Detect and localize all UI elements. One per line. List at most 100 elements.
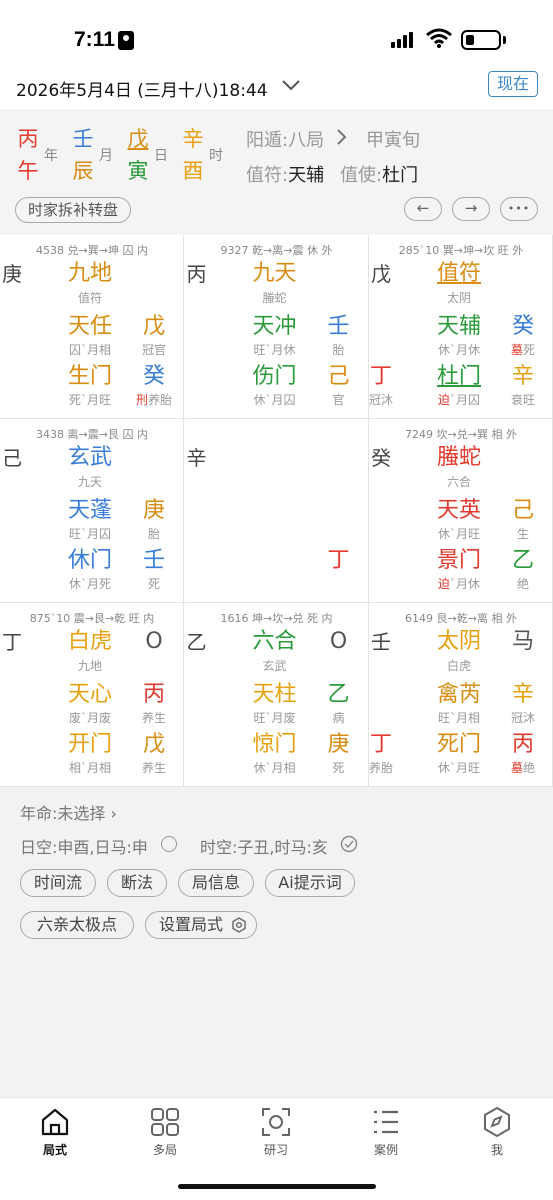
chevron-down-icon[interactable] bbox=[280, 74, 302, 96]
pillar-stem: 丙 bbox=[17, 127, 39, 151]
more-button[interactable]: ••• bbox=[500, 197, 538, 221]
pillar-branch: 辰 bbox=[72, 159, 94, 183]
palace-outer-stem: 丙 bbox=[186, 262, 207, 286]
palace-star-sub: 休`月休 bbox=[437, 343, 480, 357]
pillar-stem: 辛 bbox=[182, 127, 204, 151]
xun-text: 甲寅旬 bbox=[366, 130, 420, 151]
palace-info: 875`10 震→艮→乾 旺 内 bbox=[29, 612, 155, 625]
palace-door-stem: 癸 bbox=[142, 364, 165, 389]
status-time: 7:11 bbox=[74, 28, 115, 51]
palace-door-sub: 休`月旺 bbox=[437, 761, 480, 775]
pillar-stem: 戊 bbox=[127, 127, 149, 151]
palace-deity: 太阴 bbox=[436, 629, 481, 654]
tab-me[interactable]: 我 bbox=[442, 1098, 552, 1158]
palace-door-sub: 迫`月休 bbox=[437, 577, 481, 591]
palace-outer-stem: 辛 bbox=[186, 446, 207, 470]
palace-info: 6149 艮→乾→离 相 外 bbox=[405, 612, 517, 625]
palace-8[interactable]: 6149 艮→乾→离 相 外壬 太阴 白虎 马禽芮 旺`月相 辛冠沐丁养胎 死门 休`月旺 丙墓… bbox=[369, 603, 553, 787]
palace-star-stem-sub: 胎 bbox=[332, 343, 345, 357]
now-button[interactable]: 现在 bbox=[488, 71, 538, 97]
tab-anli[interactable]: 案例 bbox=[331, 1098, 441, 1158]
palace-door: 杜门 bbox=[436, 364, 481, 389]
check-circle-icon[interactable] bbox=[340, 835, 358, 853]
liuqin-tag[interactable]: 六亲太极点 bbox=[20, 911, 134, 939]
pillar-3: 辛酉 bbox=[181, 123, 205, 187]
palace-left-stem-sub: 冠沐 bbox=[368, 393, 393, 407]
palace-door-sub: 迫`月囚 bbox=[437, 393, 481, 407]
date-bar: 2026年5月4日 (三月十八)18:44 现在 bbox=[0, 62, 553, 109]
palace-outer-stem: 乙 bbox=[186, 630, 207, 654]
palace-door-sub: 休`月死 bbox=[68, 577, 111, 591]
palace-1[interactable]: 9327 乾→离→震 休 外丙九天 螣蛇 天冲 旺`月休壬胎伤门 休`月囚己官 bbox=[184, 235, 369, 419]
palace-7[interactable]: 1616 坤→坎→兑 死 内乙六合 玄武 O 天柱 旺`月废乙病惊门 休`月相庚死 bbox=[184, 603, 369, 787]
palace-door: 伤门 bbox=[252, 364, 297, 389]
palace-outer-stem: 庚 bbox=[2, 262, 22, 286]
palace-star-stem-sub: 养生 bbox=[141, 711, 166, 725]
palace-star-stem-sub: 病 bbox=[332, 711, 345, 725]
palace-left-stem-sub: 养胎 bbox=[368, 761, 393, 775]
pillar-label: 月 bbox=[99, 148, 113, 164]
pillar-stem: 壬 bbox=[72, 127, 94, 151]
palace-star: 禽芮 bbox=[436, 682, 481, 707]
tab-yanxi[interactable]: 研习 bbox=[221, 1098, 331, 1158]
pillar-2: 戊寅 bbox=[126, 123, 150, 187]
time-flow-tag[interactable]: 时间流 bbox=[20, 869, 96, 897]
circle-icon[interactable] bbox=[161, 836, 177, 852]
palace-deity-sub: 值符 bbox=[77, 291, 102, 305]
pillar-branch: 酉 bbox=[182, 159, 204, 183]
palace-4[interactable]: 辛丁 bbox=[184, 419, 369, 603]
palace-star-stem-sub: 冠官 bbox=[141, 343, 166, 357]
palace-outer-stem: 戊 bbox=[371, 262, 391, 286]
palace-3[interactable]: 3438 离→震→艮 囚 内己 玄武 九天 天蓬 旺`月囚 庚胎休门 休`月死 壬死 bbox=[0, 419, 184, 603]
date-text[interactable]: 2026年5月4日 (三月十八)18:44 bbox=[16, 76, 268, 101]
palace-door-stem: 乙 bbox=[511, 548, 534, 573]
palace-door-stem-sub: 墓绝 bbox=[510, 761, 536, 775]
gear-icon bbox=[232, 917, 246, 933]
palace-door-stem-sub: 死 bbox=[147, 577, 160, 591]
palace-star-stem: 丙 bbox=[142, 682, 165, 707]
next-button[interactable]: → bbox=[452, 197, 490, 221]
palace-grid: 4538 兑→巽→坤 囚 内庚九地 值符 天任 囚`月相戊冠官 生门 死`月旺癸刑养胎 93… bbox=[0, 235, 553, 787]
palace-door: 生门 bbox=[67, 364, 112, 389]
palace-door-stem: 辛 bbox=[511, 364, 534, 389]
palace-left-stem: 丁 bbox=[369, 732, 392, 757]
palace-door-stem: 壬 bbox=[142, 548, 165, 573]
palace-2[interactable]: 285`10 巽→坤→坎 旺 外戊 值符 太阴 天辅 休`月休 癸墓死丁冠沐 杜门 迫`月囚 辛… bbox=[369, 235, 553, 419]
palace-star-sub: 旺`月囚 bbox=[68, 527, 111, 541]
pillar-label: 年 bbox=[44, 148, 58, 164]
palace-star-sub: 囚`月相 bbox=[68, 343, 111, 357]
palace-0[interactable]: 4538 兑→巽→坤 囚 内庚 九地 值符 天任 囚`月相 戊冠官 生门 死`月旺 癸刑养胎 bbox=[0, 235, 184, 419]
palace-star-stem: 乙 bbox=[327, 682, 350, 707]
nianming-selector[interactable]: 年命:未选择 › bbox=[20, 800, 117, 824]
palace-star-stem: 壬 bbox=[327, 314, 350, 339]
palace-door: 开门 bbox=[67, 732, 112, 757]
chevron-right-icon[interactable] bbox=[336, 128, 348, 146]
grid-icon bbox=[151, 1108, 179, 1136]
palace-star-stem-sub: 冠沐 bbox=[510, 711, 535, 725]
palace-5[interactable]: 7249 坎→兑→巽 相 外癸 螣蛇 六合 天英 休`月旺 己生景门 迫`月休 乙绝 bbox=[369, 419, 553, 603]
ai-prompt-tag[interactable]: Ai提示词 bbox=[265, 869, 355, 897]
palace-deity-sub: 六合 bbox=[446, 475, 471, 489]
palace-star-sub: 旺`月相 bbox=[437, 711, 480, 725]
palace-marker: 马 bbox=[511, 629, 534, 654]
palace-deity: 白虎 bbox=[67, 629, 112, 654]
dun-text[interactable]: 阳遁:八局 bbox=[246, 126, 324, 152]
palace-outer-stem: 丁 bbox=[2, 630, 22, 654]
ju-info-tag[interactable]: 局信息 bbox=[178, 869, 254, 897]
palace-deity: 螣蛇 bbox=[436, 445, 481, 470]
palace-6[interactable]: 875`10 震→艮→乾 旺 内丁白虎 九地 O 天心 废`月废丙养生 开门 相`月相戊养生 bbox=[0, 603, 184, 787]
palace-star: 天柱 bbox=[252, 682, 297, 707]
tab-duoju[interactable]: 多局 bbox=[110, 1098, 220, 1158]
tab-juzhi[interactable]: 局式 bbox=[0, 1098, 110, 1158]
palace-deity: 值符 bbox=[436, 261, 481, 286]
palace-info: 4538 兑→巽→坤 囚 内 bbox=[36, 244, 148, 257]
duanfa-tag[interactable]: 断法 bbox=[107, 869, 167, 897]
palace-star-sub: 旺`月废 bbox=[253, 711, 296, 725]
palace-door: 死门 bbox=[436, 732, 481, 757]
prev-button[interactable]: ← bbox=[404, 197, 442, 221]
palace-deity-sub: 九地 bbox=[77, 659, 102, 673]
chart-type-chip[interactable]: 时家拆补转盘 bbox=[15, 197, 131, 223]
palace-left-stem: 丁 bbox=[369, 364, 392, 389]
palace-deity-sub: 白虎 bbox=[446, 659, 471, 673]
pillar-branch: 寅 bbox=[127, 159, 149, 183]
